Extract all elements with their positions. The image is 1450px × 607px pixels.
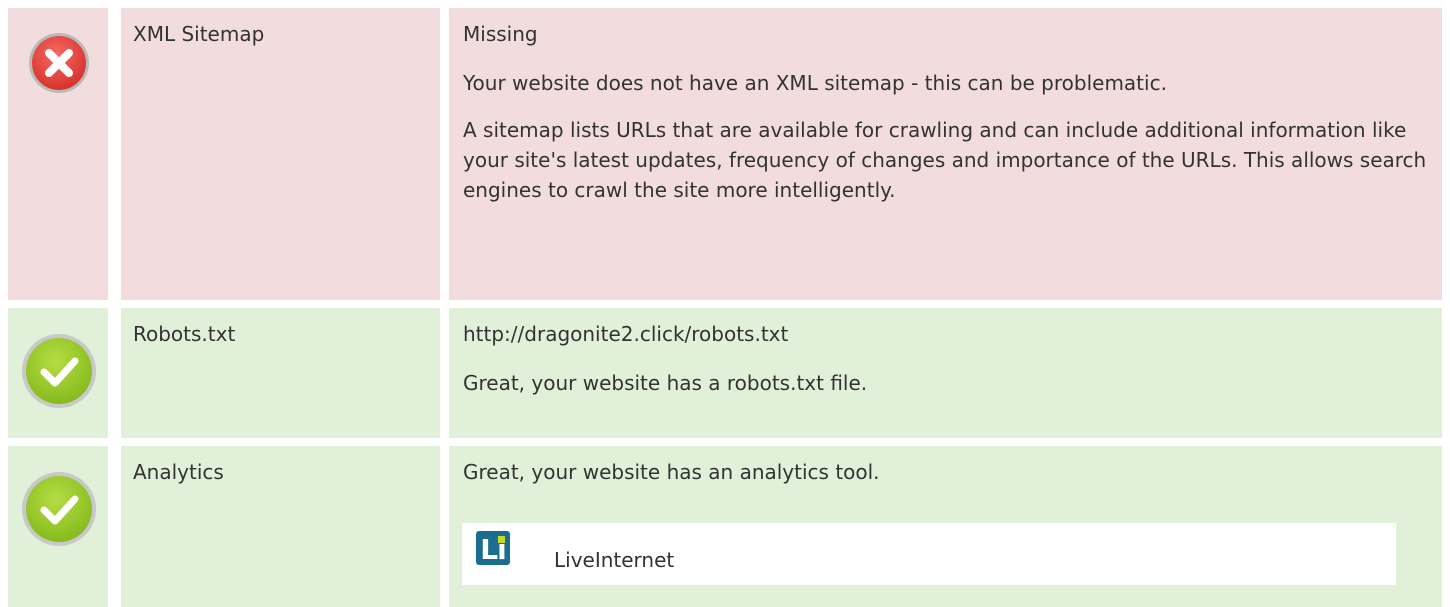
row-value-xml-sitemap: Missing Your website does not have an XM… <box>449 8 1442 300</box>
status-cell-robots <box>8 308 108 438</box>
result-status-text: Missing <box>463 22 538 46</box>
row-label-robots: Robots.txt <box>121 308 440 438</box>
seo-report-table: XML Sitemap Missing Your website does no… <box>0 0 1450 607</box>
check-icon <box>22 472 96 546</box>
analytics-tool-name: LiveInternet <box>554 548 675 572</box>
result-description: Great, your website has a robots.txt fil… <box>463 371 868 395</box>
row-label-xml-sitemap: XML Sitemap <box>121 8 440 300</box>
row-value-robots: http://dragonite2.click/robots.txt Great… <box>449 308 1442 438</box>
result-description: Your website does not have an XML sitema… <box>463 71 1167 95</box>
result-description: Great, your website has an analytics too… <box>463 460 880 484</box>
robots-url: http://dragonite2.click/robots.txt <box>463 322 789 346</box>
liveinternet-logo-icon: Li <box>476 531 510 565</box>
check-icon <box>22 334 96 408</box>
status-cell-analytics <box>8 446 108 607</box>
row-label-analytics: Analytics <box>121 446 440 607</box>
status-cell-xml-sitemap <box>8 8 108 300</box>
analytics-tool-item: Li LiveInternet <box>462 523 1396 585</box>
error-x-icon <box>29 33 89 93</box>
result-explanation: A sitemap lists URLs that are available … <box>463 118 1427 202</box>
